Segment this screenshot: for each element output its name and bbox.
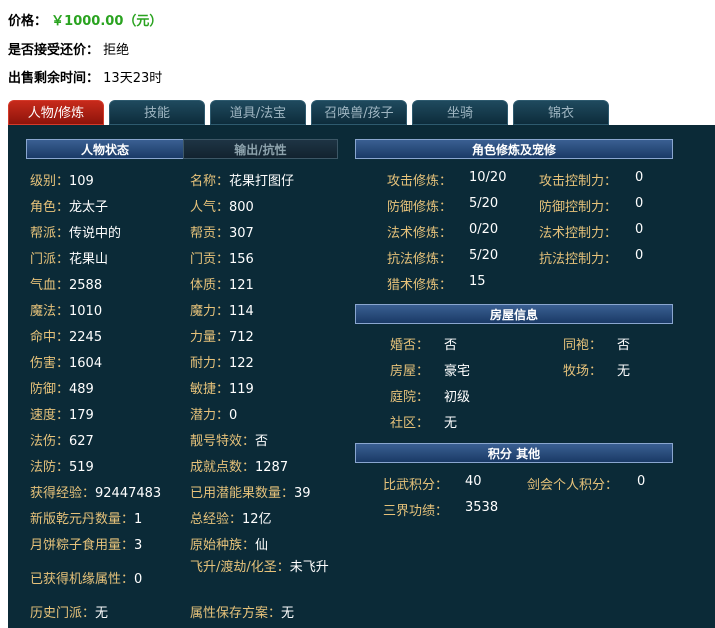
stat-total-experience: 总经验：12亿 [190, 512, 272, 527]
tab-output-resistance[interactable]: 输出/抗性 [183, 139, 338, 159]
cult-defense: 防御修炼： [387, 200, 453, 215]
stat-qianyuan-pills: 新版乾元丹数量：1 [30, 512, 143, 527]
house-courtyard: 庭院： [390, 390, 430, 405]
stat-experience: 获得经验：92447483 [30, 486, 162, 501]
stat-hit: 命中：2245 [30, 330, 103, 345]
cult-attack: 攻击修炼： [387, 174, 453, 189]
stat-guild: 帮派：传说中的 [30, 226, 122, 241]
stat-endurance: 耐力：122 [190, 356, 254, 371]
cult-attack-control-value: 0 [635, 170, 644, 185]
stat-mooncake-consumed: 月饼粽子食用量：3 [30, 538, 143, 553]
stat-potential-fruits: 已用潜能果数量：39 [190, 486, 311, 501]
house-courtyard-value: 初级 [444, 390, 471, 405]
stat-magic-defense: 法防：519 [30, 460, 94, 475]
cult-defense-value: 5/20 [469, 196, 499, 211]
stat-ascension: 飞升/渡劫/化圣：未飞升 [190, 560, 329, 575]
stat-popularity: 人气：800 [190, 200, 254, 215]
tab-skills[interactable]: 技能 [109, 100, 205, 125]
stat-strength: 力量：712 [190, 330, 254, 345]
category-tabs: 人物/修炼 技能 道具/法宝 召唤兽/孩子 坐骑 锦衣 [8, 100, 715, 125]
score-pvp-value: 40 [465, 474, 482, 489]
stat-mp: 魔法：1010 [30, 304, 103, 319]
cult-resist-magic-value: 5/20 [469, 248, 499, 263]
tab-costumes[interactable]: 锦衣 [513, 100, 609, 125]
house-comrade-value: 否 [617, 338, 631, 353]
house-ranch: 牧场： [563, 364, 603, 379]
character-panel: 人物状态 输出/抗性 级别：109 角色：龙太子 帮派：传说中的 门派：花果山 … [8, 125, 715, 628]
score-merit-value: 3538 [465, 500, 499, 515]
cult-attack-control: 攻击控制力： [539, 174, 618, 189]
price-row: 价格： ￥1000.00（元） [8, 10, 162, 29]
remaining-time-label: 出售剩余时间： [8, 71, 100, 86]
cult-magic-value: 0/20 [469, 222, 499, 237]
cult-resist-magic: 抗法修炼： [387, 252, 453, 267]
bargain-label: 是否接受还价： [8, 43, 100, 58]
section-score-title: 积分 其他 [355, 443, 673, 463]
remaining-time-row: 出售剩余时间： 13天23时 [8, 67, 162, 86]
bargain-row: 是否接受还价： 拒绝 [8, 39, 129, 58]
cult-magic-control: 法术控制力： [539, 226, 618, 241]
price-value: ￥1000.00（元） [51, 14, 163, 29]
house-ranch-value: 无 [617, 364, 631, 379]
cult-resist-magic-control-value: 0 [635, 248, 644, 263]
price-label: 价格： [8, 14, 48, 29]
stat-sect: 门派：花果山 [30, 252, 109, 267]
house-community-value: 无 [444, 416, 458, 431]
bargain-value: 拒绝 [103, 43, 130, 58]
section-house-title: 房屋信息 [355, 304, 673, 324]
cult-hunting: 猎术修炼： [387, 278, 453, 293]
stat-guild-contribution: 帮贡：307 [190, 226, 254, 241]
cult-magic: 法术修炼： [387, 226, 453, 241]
stat-speed: 速度：179 [30, 408, 94, 423]
cult-hunting-value: 15 [469, 274, 486, 289]
stat-original-race: 原始种族：仙 [190, 538, 269, 553]
stat-role: 角色：龙太子 [30, 200, 109, 215]
cult-defense-control: 防御控制力： [539, 200, 618, 215]
score-pvp: 比武积分： [383, 478, 449, 493]
house-married-value: 否 [444, 338, 458, 353]
stat-history-sect: 历史门派：无 [30, 606, 109, 621]
stat-constitution: 体质：121 [190, 278, 254, 293]
score-merit: 三界功绩： [383, 504, 449, 519]
stat-damage: 伤害：1604 [30, 356, 103, 371]
stat-level: 级别：109 [30, 174, 94, 189]
cult-resist-magic-control: 抗法控制力： [539, 252, 618, 267]
stat-fortune-attributes: 已获得机缘属性：0 [30, 572, 143, 587]
cult-attack-value: 10/20 [469, 170, 507, 185]
remaining-time-value: 13天23时 [103, 71, 163, 86]
house-comrade: 同袍： [563, 338, 603, 353]
cult-magic-control-value: 0 [635, 222, 644, 237]
house-house-value: 豪宅 [444, 364, 471, 379]
section-cultivation-title: 角色修炼及宠修 [355, 139, 673, 159]
stat-name: 名称：花果打图仔 [190, 174, 295, 189]
tab-mounts[interactable]: 坐骑 [412, 100, 508, 125]
house-house: 房屋： [390, 364, 430, 379]
stat-hp: 气血：2588 [30, 278, 103, 293]
stat-magic-power: 魔力：114 [190, 304, 254, 319]
stat-sect-contribution: 门贡：156 [190, 252, 254, 267]
score-sword-personal-value: 0 [637, 474, 646, 489]
stat-vanity-effect: 靓号特效：否 [190, 434, 269, 449]
tab-character-cultivation[interactable]: 人物/修炼 [8, 100, 104, 125]
stat-attribute-save-plan: 属性保存方案：无 [190, 606, 295, 621]
house-community: 社区： [390, 416, 430, 431]
tab-items-treasures[interactable]: 道具/法宝 [210, 100, 306, 125]
stat-defense: 防御：489 [30, 382, 94, 397]
house-married: 婚否： [390, 338, 430, 353]
score-sword-personal: 剑会个人积分： [527, 478, 619, 493]
stat-magic-damage: 法伤：627 [30, 434, 94, 449]
tab-character-status[interactable]: 人物状态 [26, 139, 184, 159]
tab-pets-children[interactable]: 召唤兽/孩子 [311, 100, 407, 125]
stat-potential: 潜力：0 [190, 408, 238, 423]
cult-defense-control-value: 0 [635, 196, 644, 211]
stat-agility: 敏捷：119 [190, 382, 254, 397]
stat-achievement-points: 成就点数：1287 [190, 460, 289, 475]
